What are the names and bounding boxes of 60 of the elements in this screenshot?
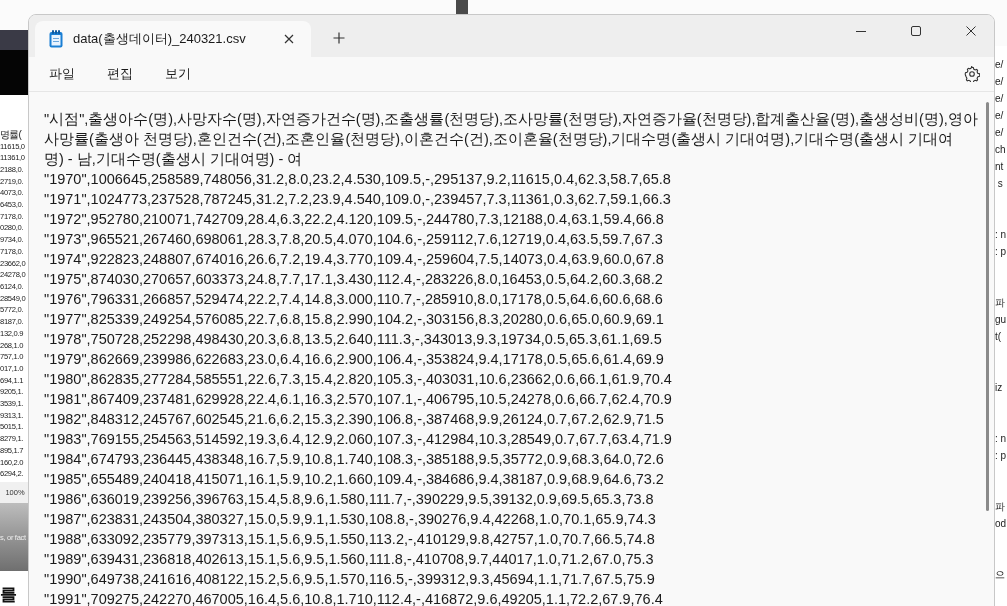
text-line: "1978",750728,252298,498430,20.3,6.8,13.5,2.640,111.3,-,343013,9.3,19734,0.5,65.3,61.1,69.5 [44, 330, 663, 349]
code-fragment: e/ [995, 109, 1005, 123]
code-fragment: s [996, 177, 1004, 191]
code-fragment: : n [995, 228, 1007, 242]
text-line: "1972",952780,210071,742709,28.4,6.3,22.2,4.120,109.5,-,244780,7.3,12188,0.4,63.1,59.4,66.8 [44, 210, 665, 229]
text-line: "1984",674793,236445,438348,16.7,5.9,10.8,1.740,108.3,-,385188,9.5,35772,0.9,68.3,64.0,72.6 [44, 450, 665, 469]
code-fragment: : p [995, 245, 1007, 259]
text-line: "1979",862669,239986,622683,23.0,6.4,16.6,2.900,106.4,-,353824,9.4,17178,0.5,65.6,61.4,69.9 [44, 350, 665, 369]
menu-item[interactable]: 파일 [35, 59, 89, 89]
heading-text: 를 [0, 584, 17, 606]
maximize-icon [911, 26, 921, 36]
code-fragment: e/ [995, 58, 1005, 72]
text-line: "1983",769155,254563,514592,19.3,6.4,12.9,2.060,107.3,-,412984,10.3,28549,0.7,67.7,63.4,71.9 [44, 430, 673, 449]
text-line: "시점",출생아수(명),사망자수(명),자연증가건수(명),조출생률(천명당),조사망률(천명당),자연증가율(천명당),합계출산율(명),출생성비(명),영아 [44, 110, 979, 129]
menu-item[interactable]: 편집 [93, 59, 147, 89]
close-icon [284, 34, 294, 44]
settings-icon [964, 66, 980, 82]
text-line: "1991",709275,242270,467005,16.4,5.6,10.8,1.710,112.4,-,416872,9.6,49205,1.1,72.2,67.9,76.4 [44, 590, 664, 606]
file-tab[interactable]: data(출생데이터)_240321.csv [35, 21, 311, 57]
code-fragment: e/ [995, 75, 1005, 89]
text-line: "1981",867409,237481,629928,22.4,6.1,16.3,2.570,107.1,-,406795,10.5,24278,0.6,66.7,62.4,70.9 [44, 390, 673, 409]
plus-icon [333, 32, 345, 44]
code-fragment: : p [995, 449, 1007, 463]
close-icon [966, 26, 976, 36]
menu-item[interactable]: 보기 [151, 59, 205, 89]
code-fragment: t( [995, 330, 1003, 344]
text-line: "1975",874030,270657,603373,24.8,7.7,17.1,3.430,112.4,-,283226,8.0,16453,0.5,64.2,60.3,68.2 [44, 270, 664, 289]
text-line: "1970",1006645,258589,748056,31.2,8.0,23.2,4.530,109.5,-,295137,9.2,11615,0.4,62.3,58.7,65.8 [44, 170, 672, 189]
code-fragment: iz [995, 381, 1004, 395]
text-line: "1988",633092,235779,397313,15.1,5.6,9.5,1.550,113.2,-,410129,9.8,42757,1.0,70.7,66.5,74.8 [44, 530, 656, 549]
header-bar [0, 30, 30, 95]
text-line: "1985",655489,240418,415071,16.1,5.9,10.2,1.660,109.4,-,384686,9.4,38187,0.9,68.9,64.6,73.2 [44, 470, 665, 489]
minimize-icon [856, 30, 866, 32]
code-fragment: e/ [995, 92, 1005, 106]
text-line: "1976",796331,266857,529474,22.2,7.4,14.8,3.000,110.7,-,285910,8.0,17178,0.5,64.6,60.6,68.6 [44, 290, 664, 309]
text-line: "1986",636019,239256,396763,15.4,5.8,9.6,1.580,111.7,-,390229,9.5,39132,0.9,69.5,65.3,73.8 [44, 490, 655, 509]
code-fragment: ch [995, 143, 1007, 157]
text-line: "1974",922823,248807,674016,26.6,7.2,19.4,3.770,109.4,-,259604,7.5,14073,0.4,63.9,60.0,67.8 [44, 250, 665, 269]
code-fragment: od [995, 517, 1007, 531]
code-fragment: 으 [995, 568, 1006, 582]
text-line: "1990",649738,241616,408122,15.2,5.6,9.5,1.570,116.5,-,399312,9.3,45694,1.1,71.7,67.5,75.9 [44, 570, 656, 589]
code-fragment: 파 [995, 296, 1006, 310]
text-line: 명) - 남,기대수명(출생시 기대여명) - 여 [44, 150, 304, 169]
notepad-icon [49, 30, 63, 48]
code-fragment: gu [995, 313, 1007, 327]
code-fragment: e/ [995, 126, 1005, 140]
code-fragment: : n [995, 432, 1007, 446]
text-line: 사망률(출생아 천명당),혼인건수(건),조혼인율(천명당),이혼건수(건),조이혼율(천명당),기대수명(출생시 기대여명),기대수명(출생시 기대여 [44, 130, 955, 149]
text-line: "1977",825339,249254,576085,22.7,6.8,15.8,2.990,104.2,-,303156,8.3,20280,0.6,65.0,60.9,69.1 [44, 310, 665, 329]
text-line: "1971",1024773,237528,787245,31.2,7.2,23.9,4.540,109.0,-,239457,7.3,11361,0.3,62.7,59.1,66.3 [44, 190, 672, 209]
text-line: "1987",623831,243504,380327,15.0,5.9,9.1,1.530,108.8,-,390276,9.4,42268,1.0,70.1,65.9,74.3 [44, 510, 657, 529]
text-line: "1989",639431,236818,402613,15.1,5.6,9.5,1.560,111.8,-,410708,9.7,44017,1.0,71.2,67.0,75.3 [44, 550, 655, 569]
text-line: "1973",965521,267460,698061,28.3,7.8,20.5,4.070,104.6,-,259112,7.6,12719,0.4,63.5,59.7,67.3 [44, 230, 664, 249]
table-fragment: 명률( [0, 128, 23, 141]
code-fragment: nt [995, 160, 1005, 174]
text-line: "1980",862835,277284,585551,22.6,7.3,15.4,2.820,105.3,-,403031,10.6,23662,0.6,66.1,61.9,70.4 [44, 370, 673, 389]
scrollbar[interactable] [986, 102, 989, 511]
window-edge [456, 0, 468, 14]
text-line: "1982",848312,245767,602545,21.6,6.2,15.3,2.390,106.8,-,387468,9.9,26124,0.7,67.2,62.9,71.5 [44, 410, 665, 429]
code-fragment: 파 [995, 500, 1006, 514]
